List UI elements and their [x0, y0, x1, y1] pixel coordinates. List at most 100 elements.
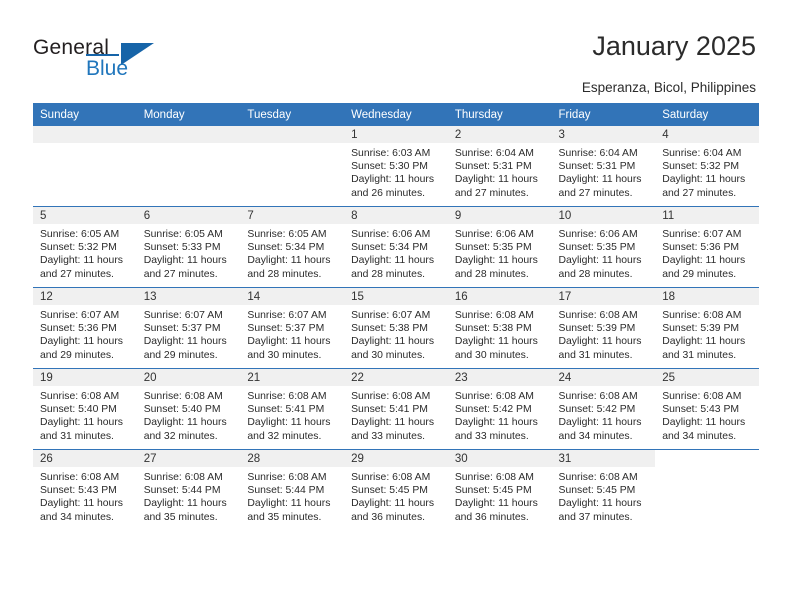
- day-details: Sunrise: 6:07 AM Sunset: 5:36 PM Daylight:…: [655, 224, 759, 281]
- sunrise-text: Sunrise: 6:08 AM: [351, 391, 431, 402]
- sunset-text: Sunset: 5:39 PM: [558, 323, 636, 335]
- day-number: 24: [551, 369, 656, 386]
- day-number: 13: [136, 288, 241, 305]
- day-details: Sunrise: 6:08 AM Sunset: 5:39 PM Daylight:…: [655, 305, 759, 362]
- day-details: Sunrise: 6:08 AM Sunset: 5:41 PM Daylight:…: [240, 386, 344, 443]
- sunset-text: Sunset: 5:32 PM: [662, 161, 740, 173]
- calendar-day-cell[interactable]: 8 Sunrise: 6:06 AM Sunset: 5:34 PM Daylight…: [344, 206, 448, 288]
- daylight-text: Daylight: 11 hours and 27 minutes.: [40, 255, 123, 280]
- sunset-text: Sunset: 5:44 PM: [247, 485, 325, 497]
- sunset-text: Sunset: 5:30 PM: [351, 161, 428, 173]
- calendar-day-cell[interactable]: 11 Sunrise: 6:07 AM Sunset: 5:36 PM Dayligh…: [655, 206, 759, 288]
- sunrise-text: Sunrise: 6:08 AM: [558, 472, 638, 483]
- calendar-day-cell[interactable]: 19 Sunrise: 6:08 AM Sunset: 5:40 PM Dayligh…: [33, 368, 137, 450]
- daylight-text: Daylight: 11 hours and 36 minutes.: [454, 498, 538, 523]
- calendar-day-cell[interactable]: 26 Sunrise: 6:08 AM Sunset: 5:43 PM Dayligh…: [33, 449, 137, 530]
- calendar-day-cell[interactable]: 15 Sunrise: 6:07 AM Sunset: 5:38 PM Dayligh…: [344, 287, 448, 369]
- calendar-day-cell[interactable]: 31 Sunrise: 6:08 AM Sunset: 5:45 PM Dayligh…: [551, 449, 656, 530]
- day-number: 4: [655, 126, 759, 143]
- sunrise-text: Sunrise: 6:08 AM: [454, 472, 534, 483]
- sunset-text: Sunset: 5:34 PM: [351, 242, 428, 254]
- day-number: 25: [655, 369, 759, 386]
- calendar-day-cell-empty: [240, 126, 345, 207]
- day-details: Sunrise: 6:03 AM Sunset: 5:30 PM Daylight:…: [344, 143, 448, 200]
- page-title: January 2025: [592, 31, 756, 61]
- calendar-day-cell[interactable]: 29 Sunrise: 6:08 AM Sunset: 5:45 PM Dayligh…: [344, 449, 448, 530]
- calendar-day-cell[interactable]: 16 Sunrise: 6:08 AM Sunset: 5:38 PM Dayligh…: [447, 287, 552, 369]
- calendar-day-cell[interactable]: 6 Sunrise: 6:05 AM Sunset: 5:33 PM Daylight…: [136, 206, 241, 288]
- daylight-text: Daylight: 11 hours and 31 minutes.: [40, 417, 123, 442]
- sunrise-text: Sunrise: 6:07 AM: [247, 310, 327, 321]
- day-details: Sunrise: 6:08 AM Sunset: 5:41 PM Daylight:…: [344, 386, 448, 443]
- calendar-day-cell[interactable]: 22 Sunrise: 6:08 AM Sunset: 5:41 PM Dayligh…: [344, 368, 448, 450]
- calendar-day-cell[interactable]: 4 Sunrise: 6:04 AM Sunset: 5:32 PM Daylight…: [655, 126, 759, 207]
- calendar-day-cell[interactable]: 23 Sunrise: 6:08 AM Sunset: 5:42 PM Dayligh…: [447, 368, 552, 450]
- calendar-day-cell[interactable]: 10 Sunrise: 6:06 AM Sunset: 5:35 PM Dayligh…: [551, 206, 656, 288]
- sunrise-text: Sunrise: 6:08 AM: [40, 391, 120, 402]
- calendar-day-cell[interactable]: 3 Sunrise: 6:04 AM Sunset: 5:31 PM Daylight…: [551, 126, 656, 207]
- sunset-text: Sunset: 5:41 PM: [351, 404, 428, 416]
- calendar-day-cell[interactable]: 21 Sunrise: 6:08 AM Sunset: 5:41 PM Dayligh…: [240, 368, 345, 450]
- sunrise-text: Sunrise: 6:04 AM: [454, 148, 534, 159]
- weekday-header-wednesday: Wednesday: [344, 103, 448, 126]
- sunrise-text: Sunrise: 6:08 AM: [351, 472, 431, 483]
- sunrise-text: Sunrise: 6:08 AM: [558, 391, 638, 402]
- day-details: Sunrise: 6:08 AM Sunset: 5:44 PM Daylight:…: [240, 467, 344, 524]
- calendar-day-cell-empty: [136, 126, 241, 207]
- day-details: Sunrise: 6:07 AM Sunset: 5:37 PM Daylight:…: [137, 305, 241, 362]
- calendar-day-cell[interactable]: 24 Sunrise: 6:08 AM Sunset: 5:42 PM Dayligh…: [551, 368, 656, 450]
- day-details: Sunrise: 6:08 AM Sunset: 5:42 PM Daylight:…: [552, 386, 656, 443]
- daylight-text: Daylight: 11 hours and 31 minutes.: [662, 336, 746, 361]
- day-number: 19: [33, 369, 137, 386]
- daylight-text: Daylight: 11 hours and 30 minutes.: [351, 336, 435, 361]
- day-number: 7: [240, 207, 345, 224]
- daylight-text: Daylight: 11 hours and 34 minutes.: [40, 498, 123, 523]
- calendar-day-cell[interactable]: 9 Sunrise: 6:06 AM Sunset: 5:35 PM Daylight…: [447, 206, 552, 288]
- day-number: 11: [655, 207, 759, 224]
- sunset-text: Sunset: 5:45 PM: [558, 485, 636, 497]
- day-number: [655, 450, 759, 467]
- daylight-text: Daylight: 11 hours and 30 minutes.: [247, 336, 331, 361]
- calendar-day-cell[interactable]: 17 Sunrise: 6:08 AM Sunset: 5:39 PM Dayligh…: [551, 287, 656, 369]
- day-number: 12: [33, 288, 137, 305]
- day-number: [33, 126, 137, 143]
- daylight-text: Daylight: 11 hours and 27 minutes.: [662, 174, 746, 199]
- sunrise-text: Sunrise: 6:05 AM: [40, 229, 120, 240]
- sunrise-text: Sunrise: 6:04 AM: [558, 148, 638, 159]
- sunset-text: Sunset: 5:36 PM: [662, 242, 740, 254]
- sunset-text: Sunset: 5:43 PM: [40, 485, 117, 497]
- daylight-text: Daylight: 11 hours and 35 minutes.: [247, 498, 331, 523]
- calendar-day-cell[interactable]: 1 Sunrise: 6:03 AM Sunset: 5:30 PM Daylight…: [344, 126, 448, 207]
- sunrise-text: Sunrise: 6:05 AM: [247, 229, 327, 240]
- calendar-day-cell[interactable]: 13 Sunrise: 6:07 AM Sunset: 5:37 PM Dayligh…: [136, 287, 241, 369]
- day-details: Sunrise: 6:08 AM Sunset: 5:40 PM Daylight:…: [137, 386, 241, 443]
- sunset-text: Sunset: 5:35 PM: [454, 242, 532, 254]
- calendar-day-cell[interactable]: 5 Sunrise: 6:05 AM Sunset: 5:32 PM Daylight…: [33, 206, 137, 288]
- calendar-day-cell[interactable]: 2 Sunrise: 6:04 AM Sunset: 5:31 PM Daylight…: [447, 126, 552, 207]
- day-number: 21: [240, 369, 345, 386]
- day-number: 30: [447, 450, 552, 467]
- calendar-day-cell[interactable]: 30 Sunrise: 6:08 AM Sunset: 5:45 PM Dayligh…: [447, 449, 552, 530]
- day-number: 16: [447, 288, 552, 305]
- calendar-day-cell[interactable]: 27 Sunrise: 6:08 AM Sunset: 5:44 PM Dayligh…: [136, 449, 241, 530]
- sunrise-text: Sunrise: 6:06 AM: [454, 229, 534, 240]
- daylight-text: Daylight: 11 hours and 31 minutes.: [558, 336, 642, 361]
- day-details: Sunrise: 6:08 AM Sunset: 5:44 PM Daylight:…: [137, 467, 241, 524]
- day-number: 26: [33, 450, 137, 467]
- day-number: [136, 126, 241, 143]
- sunset-text: Sunset: 5:44 PM: [143, 485, 221, 497]
- calendar-day-cell[interactable]: 25 Sunrise: 6:08 AM Sunset: 5:43 PM Dayligh…: [655, 368, 759, 450]
- calendar-day-cell[interactable]: 12 Sunrise: 6:07 AM Sunset: 5:36 PM Dayligh…: [33, 287, 137, 369]
- day-details: Sunrise: 6:05 AM Sunset: 5:33 PM Daylight:…: [137, 224, 241, 281]
- calendar-day-cell[interactable]: 7 Sunrise: 6:05 AM Sunset: 5:34 PM Daylight…: [240, 206, 345, 288]
- calendar-day-cell[interactable]: 14 Sunrise: 6:07 AM Sunset: 5:37 PM Dayligh…: [240, 287, 345, 369]
- calendar-day-cell[interactable]: 28 Sunrise: 6:08 AM Sunset: 5:44 PM Dayligh…: [240, 449, 345, 530]
- daylight-text: Daylight: 11 hours and 28 minutes.: [351, 255, 435, 280]
- calendar-day-cell[interactable]: 18 Sunrise: 6:08 AM Sunset: 5:39 PM Dayligh…: [655, 287, 759, 369]
- daylight-text: Daylight: 11 hours and 32 minutes.: [143, 417, 227, 442]
- day-number: 29: [344, 450, 448, 467]
- sunset-text: Sunset: 5:38 PM: [351, 323, 428, 335]
- calendar-day-cell[interactable]: 20 Sunrise: 6:08 AM Sunset: 5:40 PM Dayligh…: [136, 368, 241, 450]
- day-details: Sunrise: 6:05 AM Sunset: 5:32 PM Daylight:…: [33, 224, 137, 281]
- general-blue-logo[interactable]: General Blue: [33, 36, 183, 86]
